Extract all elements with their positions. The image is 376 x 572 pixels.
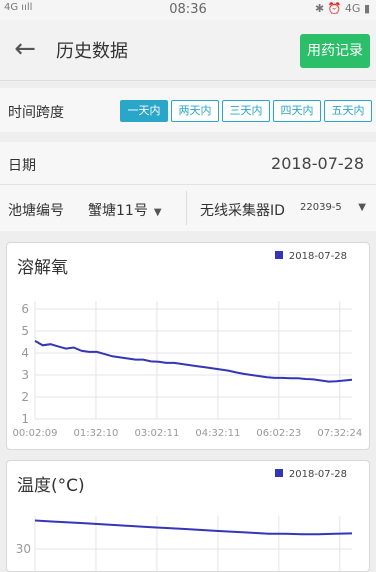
pond-select[interactable]: 蟹塘11号 ▼ bbox=[88, 200, 162, 220]
page-title: 历史数据 bbox=[56, 41, 128, 62]
time-span-label: 时间跨度 bbox=[8, 105, 64, 121]
legend-swatch bbox=[274, 251, 283, 259]
time-span-tab-4day[interactable]: 四天内 bbox=[273, 100, 321, 122]
app-bar: ← 历史数据 用药记录 bbox=[0, 20, 376, 81]
time-span-tab-3day[interactable]: 三天内 bbox=[222, 100, 270, 122]
date-row[interactable]: 日期 2018-07-28 bbox=[0, 142, 376, 185]
date-label: 日期 bbox=[8, 158, 36, 174]
legend-label: 2018-07-28 bbox=[288, 469, 347, 480]
y-tick-label: 2 bbox=[21, 390, 29, 404]
chart-title: 溶解氧 bbox=[17, 258, 68, 278]
collector-select[interactable]: 22039-5 bbox=[300, 202, 342, 213]
legend-label: 2018-07-28 bbox=[288, 251, 347, 262]
x-tick-label: 07:32:24 bbox=[317, 428, 362, 439]
y-tick-label: 4 bbox=[21, 346, 29, 360]
chart-legend: 2018-07-28 bbox=[274, 469, 347, 480]
date-value[interactable]: 2018-07-28 bbox=[271, 154, 364, 173]
y-tick-label: 1 bbox=[21, 412, 29, 426]
pond-label: 池塘编号 bbox=[8, 203, 64, 219]
y-tick-label: 6 bbox=[21, 302, 29, 316]
legend-swatch bbox=[274, 469, 283, 477]
time-span-tab-2day[interactable]: 两天内 bbox=[171, 100, 219, 122]
x-tick-label: 04:32:11 bbox=[195, 428, 240, 439]
filter-row: 池塘编号 蟹塘11号 ▼ 无线采集器ID 22039-5 ▼ bbox=[0, 185, 376, 231]
oxygen-chart-card: 溶解氧 2018-07-28 1 2 3 4 5 6 00:02:09 01:32:10 03:… bbox=[6, 242, 370, 450]
temperature-chart-card: 温度(°C) 2018-07-28 30 bbox=[6, 460, 370, 572]
time-span-tab-1day[interactable]: 一天内 bbox=[120, 100, 168, 122]
x-tick-label: 01:32:10 bbox=[74, 428, 119, 439]
caret-down-icon: ▼ bbox=[153, 207, 162, 218]
series-line bbox=[34, 519, 353, 536]
divider bbox=[186, 191, 187, 225]
y-tick-label: 3 bbox=[21, 368, 29, 382]
caret-down-icon[interactable]: ▼ bbox=[358, 202, 366, 213]
chart-title: 温度(°C) bbox=[17, 476, 85, 496]
medication-record-button[interactable]: 用药记录 bbox=[300, 34, 370, 68]
back-arrow-icon[interactable]: ← bbox=[8, 34, 42, 66]
collector-label: 无线采集器ID bbox=[200, 203, 285, 219]
y-tick-label: 30 bbox=[16, 542, 31, 556]
status-icons: ✱ ⏰ 4G ▮ bbox=[315, 2, 370, 15]
pond-value: 蟹塘11号 bbox=[88, 203, 148, 219]
status-bar: 4G ııll 08:36 ✱ ⏰ 4G ▮ bbox=[0, 0, 376, 20]
chart-legend: 2018-07-28 bbox=[274, 251, 347, 262]
x-tick-label: 03:02:11 bbox=[134, 428, 179, 439]
x-tick-label: 06:02:23 bbox=[256, 428, 301, 439]
x-tick-label: 00:02:09 bbox=[13, 428, 58, 439]
y-tick-label: 5 bbox=[21, 324, 29, 338]
time-span-tab-5day[interactable]: 五天内 bbox=[324, 100, 372, 122]
time-span-row: 时间跨度 一天内 两天内 三天内 四天内 五天内 bbox=[0, 88, 376, 132]
